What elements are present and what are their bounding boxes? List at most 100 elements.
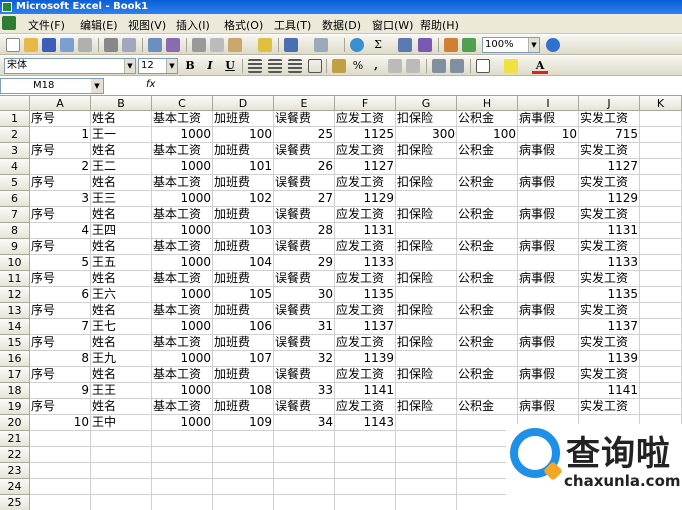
grid-cell[interactable]: 公积金 xyxy=(457,335,518,351)
column-header[interactable]: F xyxy=(335,96,396,111)
grid-cell[interactable]: 108 xyxy=(213,383,274,399)
grid-cell[interactable] xyxy=(30,431,91,447)
grid-cell[interactable]: 102 xyxy=(213,191,274,207)
grid-cell[interactable]: 32 xyxy=(274,351,335,367)
grid-cell[interactable]: 实发工资 xyxy=(579,271,640,287)
grid-cell[interactable]: 扣保险 xyxy=(396,143,457,159)
grid-cell[interactable]: 误餐费 xyxy=(274,143,335,159)
grid-cell[interactable]: 误餐费 xyxy=(274,239,335,255)
grid-cell[interactable]: 100 xyxy=(213,127,274,143)
grid-cell[interactable]: 误餐费 xyxy=(274,111,335,127)
grid-cell[interactable]: 基本工资 xyxy=(152,239,213,255)
grid-cell[interactable] xyxy=(640,207,682,223)
grid-cell[interactable] xyxy=(274,447,335,463)
grid-cell[interactable] xyxy=(518,319,579,335)
zoom-select[interactable]: 100% ▼ xyxy=(482,37,540,53)
grid-cell[interactable]: 1137 xyxy=(579,319,640,335)
cut-icon[interactable] xyxy=(192,38,206,52)
grid-cell[interactable] xyxy=(640,223,682,239)
grid-cell[interactable] xyxy=(213,495,274,510)
grid-cell[interactable]: 公积金 xyxy=(457,207,518,223)
grid-cell[interactable] xyxy=(640,319,682,335)
grid-cell[interactable] xyxy=(457,191,518,207)
row-header[interactable]: 6 xyxy=(0,191,30,207)
grid-cell[interactable]: 王王 xyxy=(91,383,152,399)
grid-cell[interactable]: 扣保险 xyxy=(396,239,457,255)
grid-cell[interactable] xyxy=(518,287,579,303)
grid-cell[interactable]: 基本工资 xyxy=(152,207,213,223)
grid-cell[interactable] xyxy=(457,159,518,175)
borders-icon[interactable] xyxy=(476,59,490,73)
grid-cell[interactable] xyxy=(396,223,457,239)
menu-edit[interactable]: 编辑(E) xyxy=(80,17,118,33)
grid-cell[interactable]: 106 xyxy=(213,319,274,335)
grid-cell[interactable] xyxy=(396,431,457,447)
grid-cell[interactable] xyxy=(335,479,396,495)
grid-cell[interactable] xyxy=(152,495,213,510)
grid-cell[interactable]: 王一 xyxy=(91,127,152,143)
grid-cell[interactable] xyxy=(335,431,396,447)
grid-cell[interactable]: 1133 xyxy=(579,255,640,271)
sort-descending-icon[interactable] xyxy=(418,38,432,52)
menu-data[interactable]: 数据(D) xyxy=(322,17,361,33)
grid-cell[interactable]: 公积金 xyxy=(457,303,518,319)
grid-cell[interactable]: 1143 xyxy=(335,415,396,431)
grid-cell[interactable]: 姓名 xyxy=(91,367,152,383)
grid-cell[interactable] xyxy=(396,191,457,207)
grid-cell[interactable] xyxy=(640,335,682,351)
row-header[interactable]: 18 xyxy=(0,383,30,399)
workbook-icon[interactable] xyxy=(2,16,16,30)
grid-cell[interactable]: 扣保险 xyxy=(396,399,457,415)
row-header[interactable]: 8 xyxy=(0,223,30,239)
row-header[interactable]: 15 xyxy=(0,335,30,351)
column-header[interactable]: K xyxy=(640,96,682,111)
align-left-icon[interactable] xyxy=(248,59,262,73)
grid-cell[interactable] xyxy=(457,287,518,303)
grid-cell[interactable]: 序号 xyxy=(30,271,91,287)
grid-cell[interactable] xyxy=(396,287,457,303)
grid-cell[interactable]: 加班费 xyxy=(213,111,274,127)
row-header[interactable]: 4 xyxy=(0,159,30,175)
grid-cell[interactable]: 病事假 xyxy=(518,399,579,415)
grid-cell[interactable] xyxy=(274,479,335,495)
grid-cell[interactable]: 6 xyxy=(30,287,91,303)
grid-cell[interactable]: 序号 xyxy=(30,111,91,127)
undo-icon[interactable] xyxy=(284,38,298,52)
grid-cell[interactable]: 病事假 xyxy=(518,207,579,223)
grid-cell[interactable]: 1000 xyxy=(152,415,213,431)
grid-cell[interactable]: 病事假 xyxy=(518,175,579,191)
grid-cell[interactable]: 扣保险 xyxy=(396,175,457,191)
redo-icon[interactable] xyxy=(314,38,328,52)
grid-cell[interactable] xyxy=(396,495,457,510)
grid-cell[interactable]: 序号 xyxy=(30,303,91,319)
grid-cell[interactable]: 加班费 xyxy=(213,335,274,351)
grid-cell[interactable]: 26 xyxy=(274,159,335,175)
grid-cell[interactable] xyxy=(396,255,457,271)
bold-button[interactable]: B xyxy=(182,58,198,74)
column-header[interactable]: D xyxy=(213,96,274,111)
grid-cell[interactable]: 基本工资 xyxy=(152,143,213,159)
grid-cell[interactable]: 序号 xyxy=(30,207,91,223)
grid-cell[interactable]: 实发工资 xyxy=(579,367,640,383)
row-header[interactable]: 14 xyxy=(0,319,30,335)
grid-cell[interactable]: 应发工资 xyxy=(335,143,396,159)
grid-cell[interactable] xyxy=(457,383,518,399)
grid-cell[interactable] xyxy=(213,479,274,495)
grid-cell[interactable] xyxy=(396,479,457,495)
menu-tools[interactable]: 工具(T) xyxy=(274,17,311,33)
row-header[interactable]: 9 xyxy=(0,239,30,255)
email-icon[interactable] xyxy=(78,38,92,52)
grid-cell[interactable]: 101 xyxy=(213,159,274,175)
grid-cell[interactable] xyxy=(640,191,682,207)
grid-cell[interactable]: 1135 xyxy=(579,287,640,303)
grid-cell[interactable] xyxy=(640,271,682,287)
grid-cell[interactable] xyxy=(274,431,335,447)
grid-cell[interactable] xyxy=(640,239,682,255)
select-all-corner[interactable] xyxy=(0,96,30,111)
grid-cell[interactable]: 应发工资 xyxy=(335,399,396,415)
underline-button[interactable]: U xyxy=(222,58,238,74)
grid-cell[interactable]: 序号 xyxy=(30,335,91,351)
grid-cell[interactable]: 误餐费 xyxy=(274,271,335,287)
grid-cell[interactable]: 公积金 xyxy=(457,271,518,287)
save-icon[interactable] xyxy=(42,38,56,52)
